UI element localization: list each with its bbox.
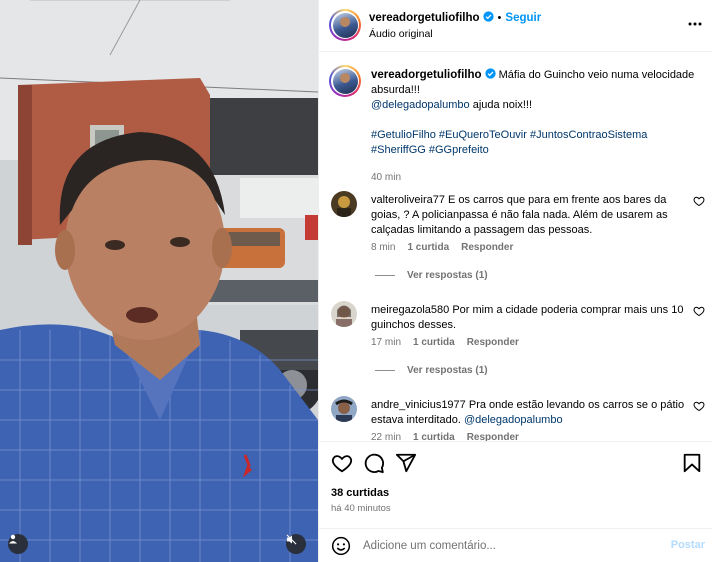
caption-hashtags-2[interactable]: #SheriffGG #GGprefeito bbox=[371, 143, 697, 158]
comment-timestamp: 17 min bbox=[371, 337, 402, 348]
tagged-users-button[interactable] bbox=[8, 534, 28, 554]
comments-scroll-area[interactable]: vereadorgetuliofilho Máfia do Guincho ve… bbox=[319, 53, 712, 441]
commenter-username[interactable]: andre_vinicius1977 bbox=[371, 399, 466, 411]
audio-label[interactable]: Áudio original bbox=[369, 28, 433, 40]
comment-likes[interactable]: 1 curtida bbox=[413, 432, 455, 441]
post-panel: vereadorgetuliofilho • Seguir Áudio origin… bbox=[318, 0, 712, 562]
reply-button[interactable]: Responder bbox=[467, 432, 519, 441]
commenter-avatar[interactable] bbox=[331, 396, 357, 422]
comment-mention[interactable]: @delegadopalumbo bbox=[464, 414, 563, 426]
reply-button[interactable]: Responder bbox=[467, 337, 519, 348]
comment-timestamp: 22 min bbox=[371, 432, 402, 441]
comment-icon[interactable] bbox=[363, 452, 385, 474]
speaker-muted-icon bbox=[286, 534, 297, 545]
like-comment-heart-icon[interactable] bbox=[693, 305, 705, 317]
author-username[interactable]: vereadorgetuliofilho bbox=[369, 12, 480, 24]
comment-timestamp: 8 min bbox=[371, 242, 396, 253]
caption-username[interactable]: vereadorgetuliofilho bbox=[371, 69, 482, 81]
caption-author-avatar[interactable] bbox=[329, 65, 361, 97]
commenter-avatar[interactable] bbox=[331, 191, 357, 217]
view-replies-label: Ver respostas (1) bbox=[407, 365, 488, 376]
reply-button[interactable]: Responder bbox=[461, 242, 513, 253]
likes-count[interactable]: 38 curtidas bbox=[331, 487, 389, 499]
caption-text-2: ajuda noix!!! bbox=[469, 99, 533, 111]
mute-button[interactable] bbox=[286, 534, 306, 554]
caption-hashtags[interactable]: #GetulioFilho #EuQueroTeOuvir #JuntosCon… bbox=[371, 128, 697, 143]
verified-badge-icon bbox=[482, 11, 494, 22]
like-comment-heart-icon[interactable] bbox=[693, 195, 705, 207]
follow-button[interactable]: Seguir bbox=[505, 12, 541, 24]
post-actions: 38 curtidas há 40 minutos bbox=[319, 441, 712, 521]
view-replies-button[interactable]: Ver respostas (1) bbox=[375, 270, 488, 281]
commenter-username[interactable]: valteroliveira77 bbox=[371, 194, 445, 206]
comment-likes[interactable]: 1 curtida bbox=[413, 337, 455, 348]
comment-input[interactable] bbox=[363, 537, 653, 555]
user-icon bbox=[9, 534, 17, 544]
post-header: vereadorgetuliofilho • Seguir Áudio origin… bbox=[319, 0, 712, 52]
post-timestamp: há 40 minutos bbox=[331, 503, 391, 514]
like-comment-heart-icon[interactable] bbox=[693, 400, 705, 412]
caption-timestamp: 40 min bbox=[371, 172, 402, 183]
like-heart-icon[interactable] bbox=[331, 452, 353, 474]
post-video[interactable] bbox=[0, 0, 318, 562]
view-replies-label: Ver respostas (1) bbox=[407, 270, 488, 281]
post-comment-button[interactable]: Postar bbox=[671, 539, 705, 551]
more-options-icon[interactable] bbox=[687, 16, 703, 32]
comment-likes[interactable]: 1 curtida bbox=[407, 242, 449, 253]
video-frame-image bbox=[0, 0, 318, 562]
commenter-avatar[interactable] bbox=[331, 301, 357, 327]
verified-badge-icon bbox=[484, 68, 496, 79]
separator-dot: • bbox=[497, 12, 502, 24]
share-send-icon[interactable] bbox=[395, 452, 417, 474]
view-replies-button[interactable]: Ver respostas (1) bbox=[375, 365, 488, 376]
emoji-icon[interactable] bbox=[331, 536, 351, 556]
caption-mention[interactable]: @delegadopalumbo bbox=[371, 99, 470, 111]
commenter-username[interactable]: meiregazola580 bbox=[371, 304, 449, 316]
save-bookmark-icon[interactable] bbox=[681, 452, 703, 474]
author-avatar[interactable] bbox=[329, 9, 361, 41]
comment-composer: Postar bbox=[319, 528, 712, 562]
